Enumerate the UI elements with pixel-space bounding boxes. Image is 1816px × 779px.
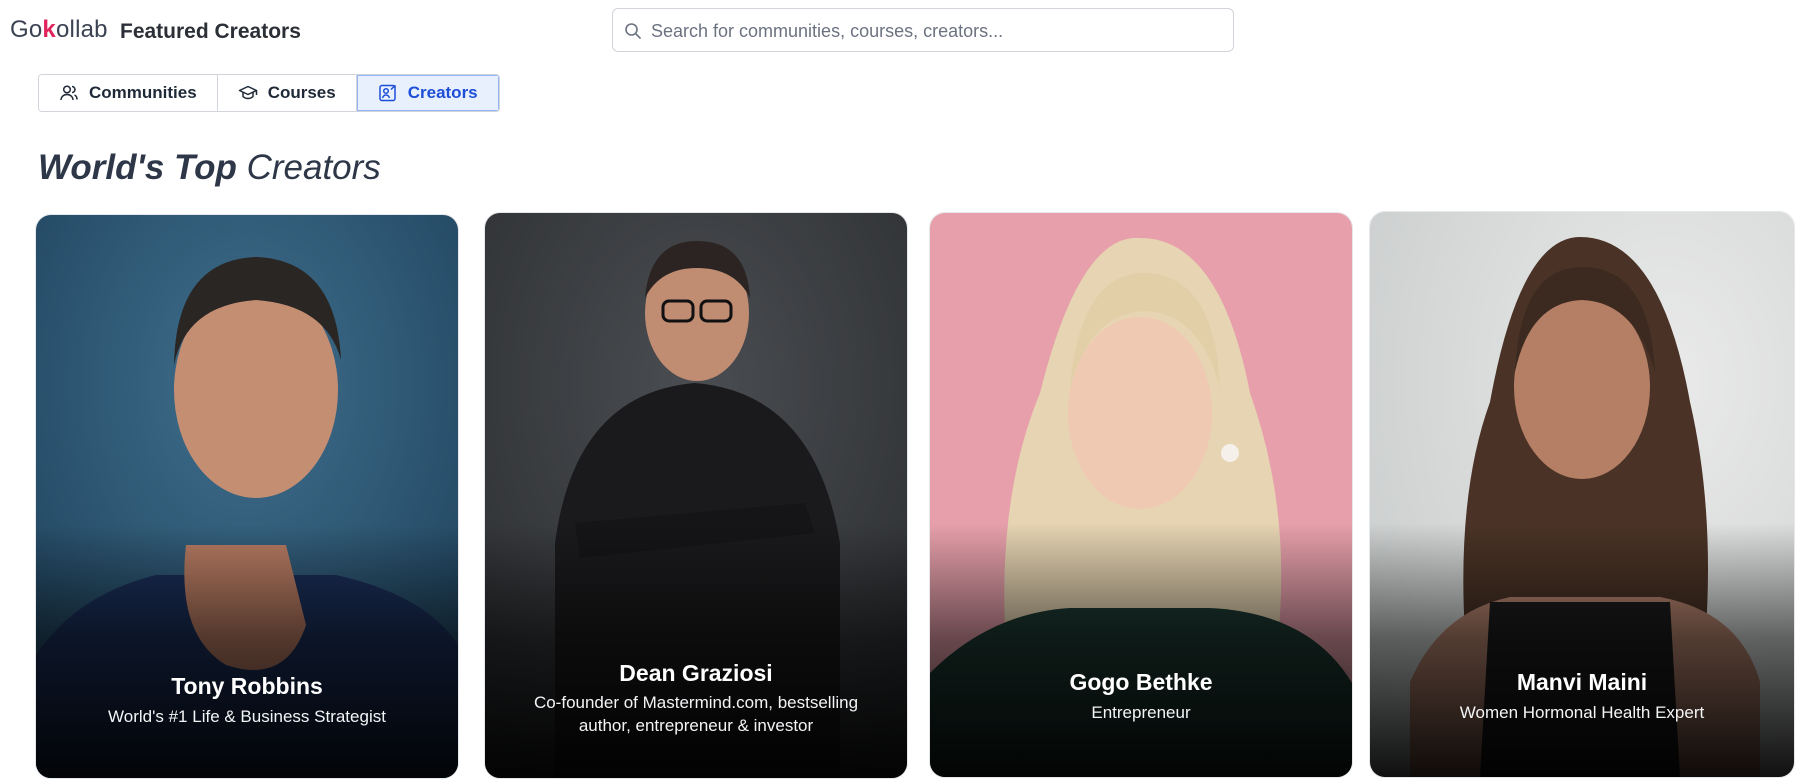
card-shade <box>930 523 1352 777</box>
tab-label: Creators <box>407 83 478 102</box>
users-icon <box>60 85 78 101</box>
creator-name: Dean Graziosi <box>619 660 773 686</box>
logo-text-go: Go <box>10 16 43 43</box>
tab-label: Communities <box>89 83 197 102</box>
creator-name: Manvi Maini <box>1516 669 1648 695</box>
section-title: World's Top Creators <box>38 148 381 188</box>
top-header: Gokollab Featured Creators <box>0 0 1816 62</box>
creator-card-dean-graziosi[interactable]: Dean Graziosi Co-founder of Mastermind.c… <box>484 212 908 779</box>
creator-description: Entrepreneur <box>1091 703 1191 722</box>
card-shade <box>485 523 907 778</box>
section-title-bold: World's Top <box>38 148 237 187</box>
category-tabs: Communities Courses Creators <box>38 74 500 112</box>
tab-label: Courses <box>267 83 336 102</box>
creator-description: Women Hormonal Health Expert <box>1459 703 1705 722</box>
creator-name: Tony Robbins <box>171 673 323 699</box>
tab-courses[interactable]: Courses <box>217 75 357 111</box>
creator-card-gogo-bethke[interactable]: Gogo Bethke Entrepreneur <box>929 212 1353 778</box>
search-box[interactable] <box>612 8 1234 52</box>
tab-communities[interactable]: Communities <box>39 75 218 111</box>
card-shade <box>1370 522 1794 777</box>
creator-icon <box>378 84 396 102</box>
logo-text-k: k <box>42 16 56 43</box>
graduation-cap-icon <box>238 85 257 100</box>
logo-text-ollab: ollab <box>55 16 108 43</box>
creator-name: Gogo Bethke <box>1069 669 1213 695</box>
creator-description: World's #1 Life & Business Strategist <box>108 707 386 726</box>
section-title-rest: Creators <box>246 148 381 187</box>
search-icon <box>625 23 641 39</box>
card-shade <box>36 524 458 778</box>
creator-card-manvi-maini[interactable]: Manvi Maini Women Hormonal Health Expert <box>1369 211 1795 778</box>
page-title: Featured Creators <box>120 20 301 43</box>
creator-card-tony-robbins[interactable]: Tony Robbins World's #1 Life & Business … <box>35 214 459 779</box>
tab-creators[interactable]: Creators <box>356 75 499 111</box>
gokollab-logo[interactable]: Gokollab <box>10 16 108 44</box>
creator-description: Co-founder of Mastermind.com, bestsellin… <box>533 693 859 735</box>
search-input[interactable] <box>649 15 1223 47</box>
